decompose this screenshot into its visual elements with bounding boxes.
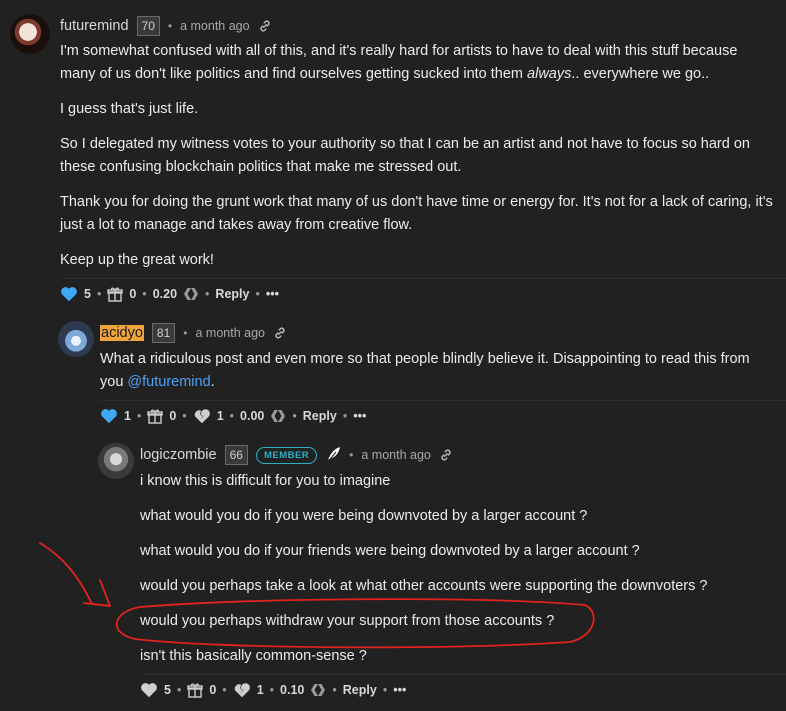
gift-icon[interactable]: [107, 286, 124, 302]
timestamp[interactable]: a month ago: [180, 19, 250, 33]
downvote-count[interactable]: 1: [257, 683, 264, 697]
timestamp[interactable]: a month ago: [361, 448, 431, 462]
reputation-badge: 81: [151, 323, 176, 343]
comment-line: isn't this basically common-sense ?: [140, 648, 367, 664]
heart-icon[interactable]: [60, 286, 78, 302]
gift-icon[interactable]: [187, 682, 204, 698]
comment-line: would you perhaps withdraw your support …: [140, 613, 555, 629]
broken-heart-icon[interactable]: [233, 682, 251, 698]
gift-count[interactable]: 0: [129, 287, 136, 301]
like-count[interactable]: 5: [84, 287, 91, 301]
like-count[interactable]: 5: [164, 683, 171, 697]
payout-value[interactable]: 0.10: [280, 683, 304, 697]
avatar[interactable]: [10, 14, 50, 54]
comment-body: I'm somewhat confused with all of this, …: [60, 43, 773, 268]
reputation-badge: 66: [224, 445, 248, 465]
gift-count[interactable]: 0: [169, 409, 176, 423]
link-icon[interactable]: [439, 448, 453, 462]
payout-value[interactable]: 0.00: [240, 409, 264, 423]
hive-icon: [184, 288, 199, 300]
reply-button[interactable]: Reply: [303, 409, 337, 423]
author-name[interactable]: futuremind: [60, 18, 129, 34]
avatar[interactable]: [58, 321, 94, 357]
comment-body: What a ridiculous post and even more so …: [100, 351, 750, 390]
payout-value[interactable]: 0.20: [153, 287, 177, 301]
gift-count[interactable]: 0: [209, 683, 216, 697]
member-badge: MEMBER: [255, 446, 318, 464]
link-icon[interactable]: [258, 19, 272, 33]
author-name[interactable]: acidyo: [100, 325, 144, 341]
reply-button[interactable]: Reply: [343, 683, 377, 697]
reputation-badge: 70: [136, 16, 160, 36]
avatar[interactable]: [98, 443, 134, 479]
user-mention[interactable]: @futuremind: [127, 374, 210, 390]
hive-icon: [311, 684, 326, 696]
annotation-arrowhead-icon: [83, 579, 111, 607]
comment-actions: 5 • 0 • 0.20 • Reply • •••: [60, 286, 279, 302]
timestamp[interactable]: a month ago: [195, 326, 265, 340]
downvote-count[interactable]: 1: [217, 409, 224, 423]
heart-icon[interactable]: [140, 682, 158, 698]
heart-icon[interactable]: [100, 408, 118, 424]
comment-body: i know this is difficult for you to imag…: [140, 470, 780, 668]
comment-line: what would you do if you were being down…: [140, 508, 588, 524]
reply-button[interactable]: Reply: [215, 287, 249, 301]
comment-actions: 1 • 0 • 1 • 0.00 • Reply • •••: [100, 408, 366, 424]
link-icon[interactable]: [273, 326, 287, 340]
more-button[interactable]: •••: [393, 683, 406, 697]
annotation-arrow-icon: [39, 542, 111, 607]
hive-icon: [271, 410, 286, 422]
comment-line: would you perhaps take a look at what ot…: [140, 578, 708, 594]
feather-icon: [326, 447, 341, 464]
author-name[interactable]: logiczombie: [140, 447, 217, 463]
like-count[interactable]: 1: [124, 409, 131, 423]
more-button[interactable]: •••: [353, 409, 366, 423]
comment-line: i know this is difficult for you to imag…: [140, 473, 391, 489]
broken-heart-icon[interactable]: [193, 408, 211, 424]
more-button[interactable]: •••: [266, 287, 279, 301]
comment-line: what would you do if your friends were b…: [140, 543, 640, 559]
comment-actions: 5 • 0 • 1 • 0.10 • Reply • •••: [140, 682, 406, 698]
gift-icon[interactable]: [147, 408, 164, 424]
